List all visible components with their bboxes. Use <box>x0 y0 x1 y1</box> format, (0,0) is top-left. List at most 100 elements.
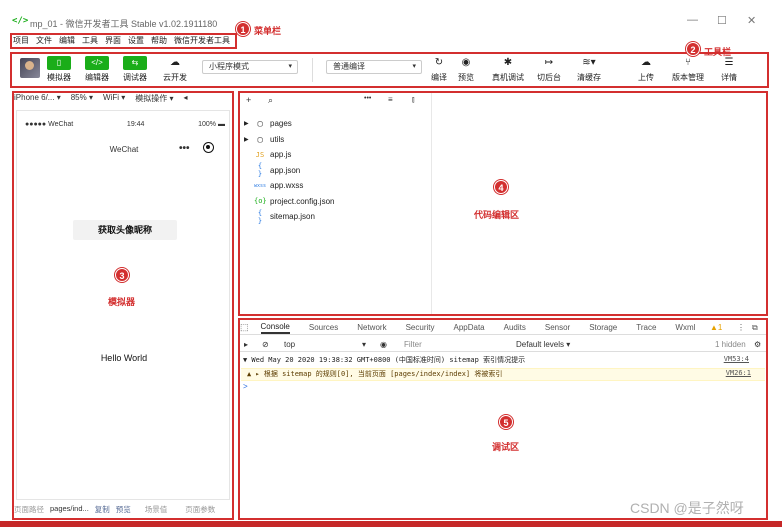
menu-item-project[interactable]: 项目 <box>13 34 29 48</box>
eye-icon[interactable]: ◉ <box>380 340 387 349</box>
get-userinfo-button[interactable]: 获取头像昵称 <box>73 220 177 240</box>
menu-item-help[interactable]: 帮助 <box>151 34 167 48</box>
clear-cache-button[interactable]: ≋▾ 清缓存 <box>574 56 604 83</box>
scene-value-label[interactable]: 场景值 <box>145 504 168 516</box>
tab-network[interactable]: Network <box>357 323 386 332</box>
compile-mode-select[interactable]: 普通编译 ▾ <box>326 60 422 74</box>
menu-item-edit[interactable]: 编辑 <box>59 34 75 48</box>
search-icon[interactable]: ⌕ <box>268 95 273 106</box>
source-link[interactable]: VM26:1 <box>726 369 751 377</box>
chevron-down-icon: ▾ <box>288 63 292 70</box>
sidebar-toggle-icon[interactable]: ▸ <box>244 340 248 349</box>
sound-icon[interactable]: ◂ <box>184 93 188 105</box>
tree-file-app-js[interactable]: JS app.js <box>244 147 430 163</box>
tab-appdata[interactable]: AppData <box>453 323 484 332</box>
tab-trace[interactable]: Trace <box>636 323 656 332</box>
console-prompt[interactable]: > <box>243 382 248 391</box>
menu-item-tools[interactable]: 工具 <box>82 34 98 48</box>
levels-select[interactable]: Default levels ▾ <box>516 340 570 349</box>
tree-file-sitemap[interactable]: { } sitemap.json <box>244 209 430 225</box>
filter-input[interactable]: Filter <box>398 339 498 351</box>
mode-select-value: 小程序模式 <box>209 62 249 71</box>
switch-icon: ↦ <box>544 57 554 68</box>
chevron-down-icon: ▾ <box>412 63 416 70</box>
inspect-icon[interactable]: ⬚ <box>240 322 249 333</box>
callout-number: 3 <box>115 268 129 282</box>
gear-icon[interactable]: ⚙ <box>754 340 761 349</box>
toolbar-divider <box>312 58 313 82</box>
tab-sensor[interactable]: Sensor <box>545 323 570 332</box>
simulator-toggle-button[interactable]: ▯ 模拟器 <box>44 56 74 83</box>
capsule-close-icon[interactable] <box>203 142 214 153</box>
preview-button[interactable]: ◉ 预览 <box>454 56 478 83</box>
compile-button[interactable]: ↻ 编译 <box>428 56 450 83</box>
tree-file-app-json[interactable]: { } app.json <box>244 162 430 178</box>
page-params-label[interactable]: 页面参数 <box>185 504 215 516</box>
tree-folder-utils[interactable]: ▶ ▢ utils <box>244 132 430 148</box>
kebab-menu-icon[interactable]: ⋮ <box>737 323 745 332</box>
tree-item-label: app.wxss <box>270 181 304 191</box>
maximize-button[interactable]: ☐ <box>717 14 727 27</box>
copy-link[interactable]: 复制 <box>95 504 110 516</box>
menu-item-settings[interactable]: 设置 <box>128 34 144 48</box>
menu-item-interface[interactable]: 界面 <box>105 34 121 48</box>
editor-divider[interactable] <box>431 92 432 314</box>
minimize-button[interactable]: — <box>687 14 698 26</box>
remote-debug-button[interactable]: ✱ 真机调试 <box>488 56 528 83</box>
menu-item-file[interactable]: 文件 <box>36 34 52 48</box>
debugger-toggle-button[interactable]: ⇆ 调试器 <box>120 56 150 83</box>
background-button[interactable]: ↦ 切后台 <box>534 56 564 83</box>
preview-link[interactable]: 预览 <box>116 504 131 516</box>
callout-number: 2 <box>686 42 700 56</box>
mode-select[interactable]: 小程序模式 ▾ <box>202 60 298 74</box>
close-button[interactable]: ✕ <box>747 14 756 27</box>
nav-title: WeChat <box>109 145 139 154</box>
tab-sources[interactable]: Sources <box>309 323 338 332</box>
tab-audits[interactable]: Audits <box>504 323 526 332</box>
add-file-icon[interactable]: + <box>246 95 251 105</box>
warning-count-badge[interactable]: ▲1 <box>710 323 722 332</box>
details-button[interactable]: ☰ 详情 <box>718 56 740 83</box>
source-link[interactable]: VM53:4 <box>724 355 749 363</box>
network-select[interactable]: WiFi ▾ <box>103 93 125 105</box>
menu-item-devtools[interactable]: 微信开发者工具 <box>174 34 230 48</box>
more-dots-icon[interactable]: ••• <box>179 143 190 154</box>
tree-file-app-wxss[interactable]: wxss app.wxss <box>244 178 430 194</box>
preview-label: 预览 <box>458 73 474 82</box>
avatar[interactable] <box>20 58 40 78</box>
editor-label: 编辑器 <box>85 73 109 82</box>
layers-icon: ≋▾ <box>582 57 596 68</box>
device-select[interactable]: iPhone 6/... ▾ <box>14 93 61 105</box>
tab-security[interactable]: Security <box>406 323 435 332</box>
tab-wxml[interactable]: Wxml <box>675 323 695 332</box>
tree-item-label: sitemap.json <box>270 212 315 222</box>
operation-select[interactable]: 模拟操作 ▾ <box>135 93 173 105</box>
sort-icon[interactable]: ≡ <box>388 95 393 104</box>
tree-item-label: app.js <box>270 150 292 160</box>
console-warning-line[interactable]: ▲ ▸ 根据 sitemap 的规则[0], 当前页面 [pages/index… <box>241 368 765 381</box>
tab-console[interactable]: Console <box>260 322 290 334</box>
more-icon[interactable]: ••• <box>364 95 371 102</box>
tree-file-project-config[interactable]: {o} project.config.json <box>244 194 430 210</box>
chevron-down-icon[interactable]: ▾ <box>362 340 366 349</box>
version-button[interactable]: ⑂ 版本管理 <box>670 56 706 83</box>
editor-toggle-button[interactable]: </> 编辑器 <box>82 56 112 83</box>
network-select-value: WiFi <box>103 93 119 102</box>
dock-icon[interactable]: ⧉ <box>752 323 758 333</box>
zoom-select[interactable]: 85% ▾ <box>71 93 93 105</box>
context-select[interactable]: top <box>284 340 295 349</box>
phone-status-bar: ●●●●● WeChat 19:44 100% ▬ <box>25 121 225 131</box>
chevron-right-icon: ▶ <box>244 121 249 128</box>
tree-folder-pages[interactable]: ▶ ▢ pages <box>244 116 430 132</box>
zoom-select-value: 85% <box>70 93 87 102</box>
callout-number: 4 <box>494 180 508 194</box>
tab-storage[interactable]: Storage <box>589 323 617 332</box>
callout-label: 调试区 <box>492 442 520 452</box>
upload-button[interactable]: ☁ 上传 <box>634 56 658 83</box>
cloud-icon: ☁ <box>170 57 180 68</box>
callout-number: 1 <box>236 22 250 36</box>
console-log-line[interactable]: ▼ Wed May 20 2020 19:38:32 GMT+0800 (中国标… <box>243 355 763 368</box>
clear-console-icon[interactable]: ⊘ <box>262 340 269 349</box>
split-icon[interactable]: ⫾ <box>412 95 415 105</box>
cloud-dev-button[interactable]: ☁ 云开发 <box>160 56 190 83</box>
